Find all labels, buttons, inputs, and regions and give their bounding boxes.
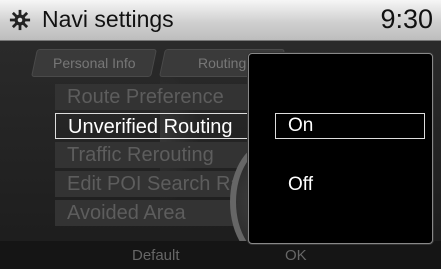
tab-label: Routing [197, 55, 247, 71]
clock: 9:30 [380, 4, 433, 34]
option-on[interactable]: On [288, 115, 313, 137]
menu-item-label: Edit POI Search Rad [67, 173, 253, 195]
option-popup: On Off [248, 53, 433, 244]
bottom-bar: Default OK [0, 241, 441, 269]
tab-label: Personal Info [52, 55, 136, 71]
gear-icon [9, 9, 31, 31]
default-button[interactable]: Default [132, 247, 180, 264]
menu-item-label: Unverified Routing [68, 116, 233, 138]
ok-button[interactable]: OK [285, 247, 307, 264]
menu-item-label: Avoided Area [67, 202, 186, 224]
page-title: Navi settings [42, 6, 174, 32]
title-bar: Navi settings 9:30 [0, 0, 441, 41]
tab-personal-info[interactable]: Personal Info [31, 49, 157, 77]
menu-item-label: Traffic Rerouting [67, 144, 214, 166]
menu-item-label: Route Preference [67, 86, 224, 108]
option-off[interactable]: Off [288, 174, 313, 196]
